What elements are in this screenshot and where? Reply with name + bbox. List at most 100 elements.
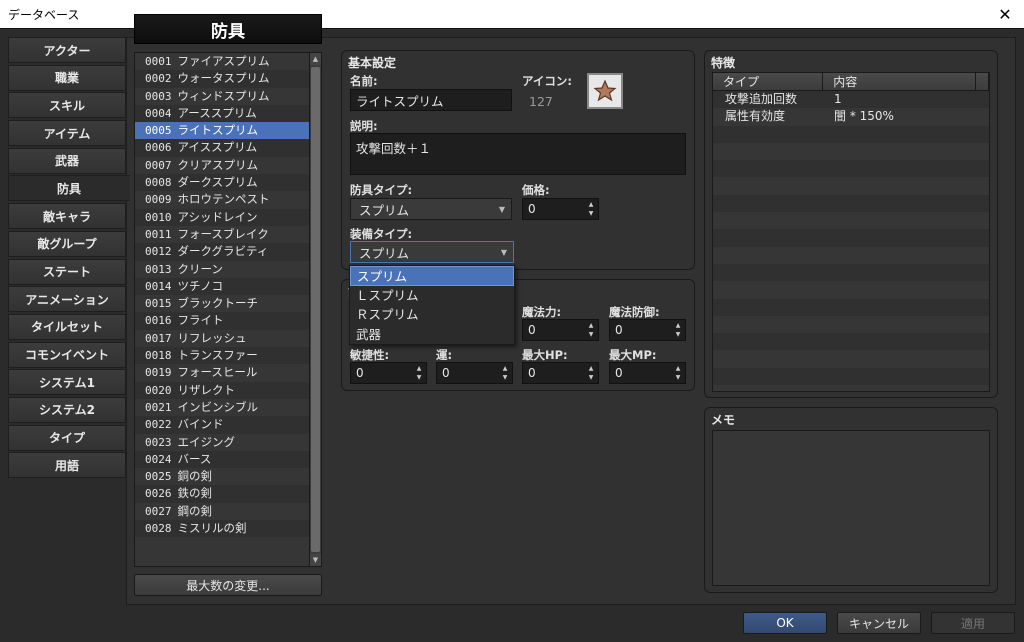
traits-row[interactable]	[713, 247, 989, 264]
scroll-thumb[interactable]	[311, 67, 320, 552]
spinner-arrows-icon[interactable]: ▲ ▼	[673, 364, 683, 382]
close-icon[interactable]: ✕	[986, 0, 1024, 28]
tab-0[interactable]: アクター	[8, 37, 126, 63]
tab-8[interactable]: ステート	[8, 258, 126, 285]
cancel-button[interactable]: キャンセル	[837, 612, 921, 634]
tab-1[interactable]: 職業	[8, 64, 126, 91]
scroll-up-icon[interactable]: ▲	[310, 53, 321, 65]
list-item-id: 0003	[145, 89, 172, 103]
list-item[interactable]: 0019 フォースヒール	[135, 364, 309, 381]
list-item[interactable]: 0026 鉄の剣	[135, 485, 309, 503]
list-item[interactable]: 0025 銅の剣	[135, 468, 309, 485]
traits-row[interactable]	[713, 125, 989, 143]
mdf-spinner[interactable]: 0 ▲ ▼	[609, 319, 686, 341]
ok-button[interactable]: OK	[743, 612, 827, 634]
luk-spinner[interactable]: 0 ▲ ▼	[436, 362, 513, 384]
list-item[interactable]: 0022 バインド	[135, 416, 309, 434]
spinner-arrows-icon[interactable]: ▲ ▼	[586, 364, 596, 382]
list-item[interactable]: 0023 エイジング	[135, 434, 309, 451]
price-spinner[interactable]: 0 ▲ ▼	[522, 198, 599, 220]
list-item[interactable]: 0027 鋼の剣	[135, 503, 309, 520]
list-item[interactable]: 0012 ダークグラビティ	[135, 243, 309, 261]
agi-spinner[interactable]: 0 ▲ ▼	[350, 362, 427, 384]
list-item[interactable]: 0002 ウォータスプリム	[135, 70, 309, 88]
traits-row[interactable]	[713, 333, 989, 351]
dropdown-option[interactable]: Ｌスプリム	[350, 286, 514, 306]
armor-type-select[interactable]: スプリム ▼	[350, 198, 512, 220]
list-item[interactable]: 0017 リフレッシュ	[135, 330, 309, 347]
traits-row[interactable]	[713, 160, 989, 178]
tab-11[interactable]: コモンイベント	[8, 341, 126, 368]
list-item[interactable]: 0024 バース	[135, 450, 309, 469]
traits-row[interactable]	[713, 194, 989, 213]
tab-15[interactable]: 用語	[8, 452, 126, 479]
spinner-arrows-icon[interactable]: ▲ ▼	[673, 321, 683, 339]
traits-row[interactable]	[713, 263, 989, 282]
list-item[interactable]: 0006 アイススプリム	[135, 139, 309, 157]
list-item[interactable]: 0028 ミスリルの剣	[135, 520, 309, 538]
traits-row[interactable]	[713, 281, 989, 298]
list-item[interactable]: 0016 フライト	[135, 312, 309, 330]
spinner-arrows-icon[interactable]: ▲ ▼	[500, 364, 510, 382]
traits-row[interactable]	[713, 143, 989, 160]
list-scrollbar[interactable]: ▲ ▼	[309, 53, 321, 566]
traits-row[interactable]	[713, 316, 989, 333]
list-item[interactable]: 0020 リザレクト	[135, 381, 309, 399]
name-field[interactable]: ライトスプリム	[350, 89, 512, 111]
list-item[interactable]: 0004 アーススプリム	[135, 104, 309, 123]
apply-button[interactable]: 適用	[931, 612, 1015, 634]
tab-9[interactable]: アニメーション	[8, 286, 126, 313]
dropdown-option[interactable]: 武器	[350, 325, 514, 345]
mmp-spinner[interactable]: 0 ▲ ▼	[609, 362, 686, 384]
tab-4[interactable]: 武器	[8, 147, 126, 174]
dropdown-option[interactable]: Ｒスプリム	[350, 305, 514, 325]
list-item[interactable]: 0010 アシッドレイン	[135, 208, 309, 226]
change-max-button[interactable]: 最大数の変更...	[134, 574, 322, 596]
list-item[interactable]: 0003 ウィンドスプリム	[135, 88, 309, 105]
tab-5[interactable]: 防具	[8, 175, 130, 202]
spinner-arrows-icon[interactable]: ▲ ▼	[586, 200, 596, 218]
tab-13[interactable]: システム2	[8, 396, 126, 423]
tab-10[interactable]: タイルセット	[8, 313, 126, 340]
traits-row[interactable]	[713, 177, 989, 194]
list-item[interactable]: 0005 ライトスプリム	[135, 122, 309, 140]
traits-row[interactable]	[713, 298, 989, 316]
mhp-spinner[interactable]: 0 ▲ ▼	[522, 362, 599, 384]
tab-2[interactable]: スキル	[8, 92, 126, 119]
traits-row[interactable]: 属性有効度 闇 * 150%	[713, 108, 989, 125]
list-item[interactable]: 0007 クリアスプリム	[135, 157, 309, 174]
equip-type-select[interactable]: スプリム ▼	[350, 241, 514, 263]
tab-6[interactable]: 敵キャラ	[8, 203, 126, 230]
icon-picker[interactable]	[587, 73, 623, 109]
list-item-id: 0005	[145, 124, 172, 138]
traits-row[interactable]	[713, 229, 989, 247]
list-item[interactable]: 0011 フォースブレイク	[135, 226, 309, 243]
tab-14[interactable]: タイプ	[8, 424, 126, 451]
tab-3[interactable]: アイテム	[8, 120, 126, 147]
list-item[interactable]: 0009 ホロウテンペスト	[135, 191, 309, 208]
list-item[interactable]: 0015 ブラックトーチ	[135, 295, 309, 312]
traits-row[interactable]: 攻撃追加回数 1	[713, 91, 989, 109]
mat-spinner[interactable]: 0 ▲ ▼	[522, 319, 599, 341]
traits-col-type[interactable]: タイプ	[713, 73, 824, 90]
traits-row[interactable]	[713, 367, 989, 386]
spinner-arrows-icon[interactable]: ▲ ▼	[414, 364, 424, 382]
list-item[interactable]: 0021 インビンシブル	[135, 399, 309, 416]
memo-field[interactable]	[712, 430, 990, 586]
trait-type	[713, 350, 824, 367]
traits-title: 特徴	[711, 56, 736, 70]
list-item[interactable]: 0001 ファイアスプリム	[135, 53, 309, 70]
scroll-down-icon[interactable]: ▼	[310, 554, 321, 566]
traits-row[interactable]	[713, 212, 989, 229]
description-field[interactable]: 攻撃回数＋１	[350, 133, 686, 175]
list-item[interactable]: 0018 トランスファー	[135, 347, 309, 365]
tab-12[interactable]: システム1	[8, 369, 126, 396]
spinner-arrows-icon[interactable]: ▲ ▼	[586, 321, 596, 339]
traits-row[interactable]	[713, 350, 989, 367]
list-item[interactable]: 0014 ツチノコ	[135, 277, 309, 296]
list-item[interactable]: 0013 クリーン	[135, 261, 309, 278]
tab-7[interactable]: 敵グループ	[8, 230, 126, 257]
list-item[interactable]: 0008 ダークスプリム	[135, 174, 309, 192]
dropdown-option[interactable]: スプリム	[350, 266, 514, 286]
traits-col-content[interactable]: 内容	[823, 73, 977, 90]
